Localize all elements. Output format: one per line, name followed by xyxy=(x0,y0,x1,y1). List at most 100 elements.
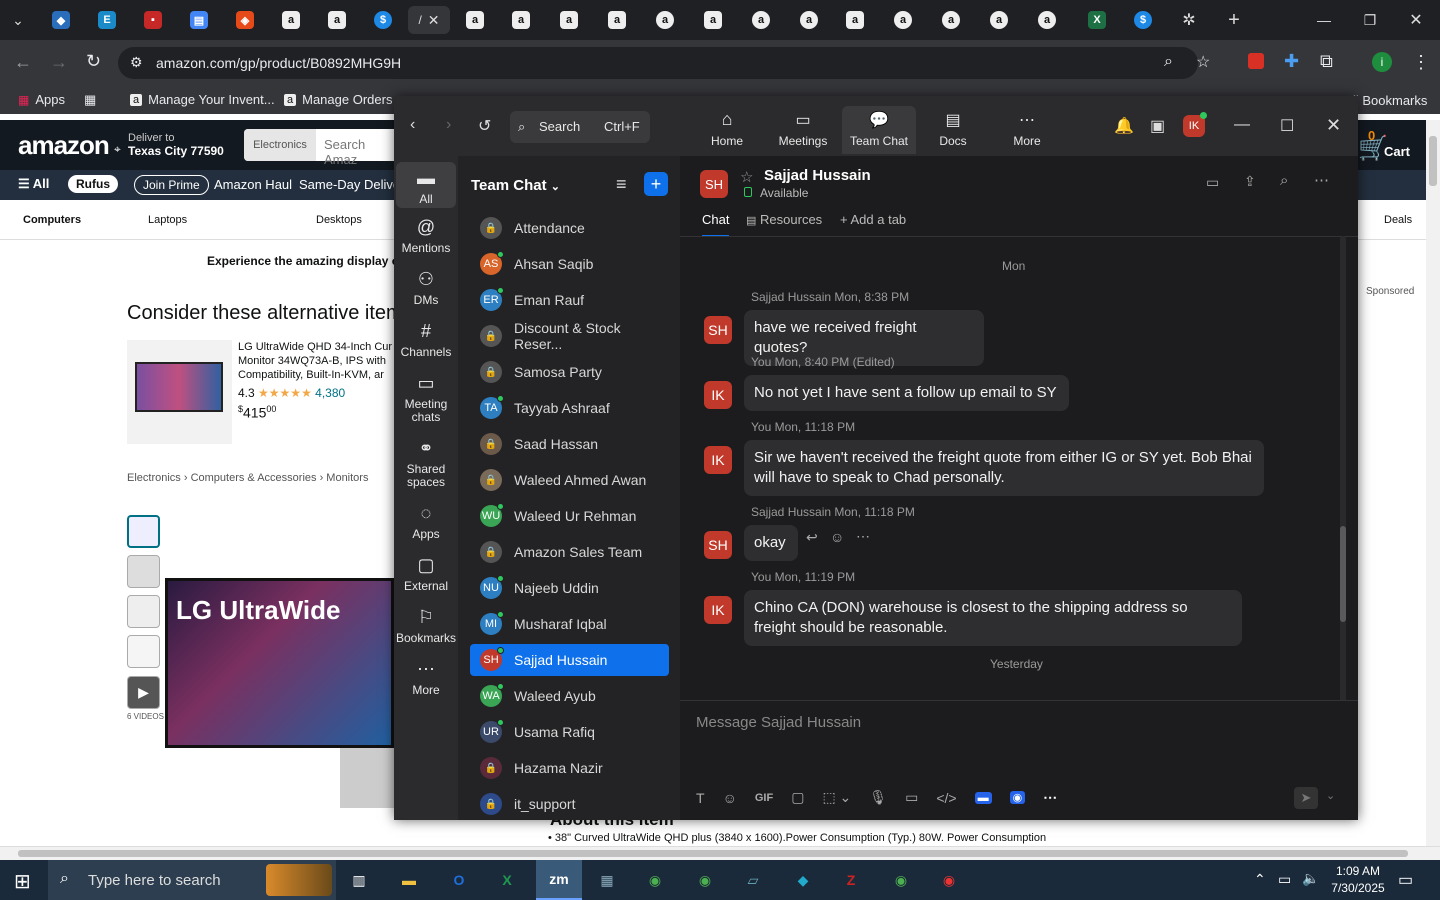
browser-tab[interactable]: a xyxy=(594,6,640,34)
contact-list-item[interactable]: 🔒 Saad Hassan xyxy=(470,428,669,460)
alternative-product-image[interactable] xyxy=(127,340,232,444)
contact-list-item[interactable]: TA Tayyab Ashraaf xyxy=(470,392,669,424)
subnav-desktops[interactable]: Desktops xyxy=(316,214,362,226)
chevron-down-icon[interactable]: ⌄ xyxy=(1326,789,1335,802)
forward-arrow-icon[interactable]: → xyxy=(50,52,68,73)
message-bubble[interactable]: Sir we haven't received the freight quot… xyxy=(744,440,1264,496)
clock-date[interactable]: 7/30/2025 xyxy=(1326,881,1390,895)
search-category-dropdown[interactable]: Electronics xyxy=(244,129,316,161)
promo-banner[interactable]: Experience the amazing display of L xyxy=(207,254,414,268)
zoom-app-icon[interactable]: zm xyxy=(536,860,582,900)
gallery-thumbnail[interactable] xyxy=(127,595,160,628)
chat-tab-resources[interactable]: ▤ Resources xyxy=(746,212,822,227)
subnav-computers[interactable]: Computers xyxy=(23,214,81,226)
windows-start-icon[interactable]: ⊞ xyxy=(14,869,31,894)
contact-list-item[interactable]: 🔒 Hazama Nazir xyxy=(470,752,669,784)
chrome-icon[interactable]: ◉ xyxy=(638,866,672,894)
subnav-laptops[interactable]: Laptops xyxy=(148,214,187,226)
bookmark-star-icon[interactable]: ☆ xyxy=(1196,52,1210,72)
rail-apps[interactable]: ◌ Apps xyxy=(396,504,456,541)
outlook-icon[interactable]: O xyxy=(442,866,476,894)
video-message-icon[interactable]: ▭ xyxy=(905,789,918,806)
join-prime-button[interactable]: Join Prime xyxy=(134,175,209,195)
video-thumbnail[interactable]: ▶ xyxy=(127,676,160,709)
browser-tab[interactable]: a xyxy=(690,6,736,34)
browser-tab[interactable]: a xyxy=(928,6,974,34)
site-info-icon[interactable]: ⚙ xyxy=(130,54,143,71)
chrome-icon[interactable]: ◉ xyxy=(932,866,966,894)
tab-more[interactable]: ⋯ More xyxy=(990,106,1064,154)
rufus-button[interactable]: Rufus xyxy=(68,175,118,193)
contact-list-item[interactable]: WU Waleed Ur Rehman xyxy=(470,500,669,532)
chrome-icon[interactable]: ◉ xyxy=(884,866,918,894)
new-tab-button[interactable]: + xyxy=(1212,6,1256,34)
contact-list-item[interactable]: WA Waleed Ayub xyxy=(470,680,669,712)
browser-tab[interactable]: $ xyxy=(360,6,406,34)
contact-list-item[interactable]: NU Najeeb Uddin xyxy=(470,572,669,604)
scrollbar-thumb[interactable] xyxy=(18,850,1408,857)
all-menu[interactable]: ☰ All xyxy=(18,176,49,192)
browser-tab[interactable]: a xyxy=(268,6,314,34)
browser-tab[interactable]: E xyxy=(84,6,130,34)
browser-tab[interactable]: a xyxy=(786,6,832,34)
browser-tab[interactable]: a xyxy=(452,6,498,34)
gif-icon[interactable]: GIF xyxy=(755,792,773,804)
zoom-magnifier-icon[interactable]: ⌕ xyxy=(1164,53,1173,71)
minimize-button[interactable]: — xyxy=(1302,6,1346,34)
rail-all[interactable]: ▬ All xyxy=(396,162,456,208)
contact-list-item[interactable]: 🔒 Samosa Party xyxy=(470,356,669,388)
message-avatar[interactable]: SH xyxy=(704,316,732,344)
file-explorer-icon[interactable]: ▬ xyxy=(392,866,426,894)
maximize-icon[interactable]: ☐ xyxy=(1280,116,1294,136)
chat-tab-add[interactable]: + Add a tab xyxy=(840,212,906,227)
browser-tab[interactable]: X xyxy=(1074,6,1120,34)
address-bar[interactable]: ⚙ amazon.com/gp/product/B0892MHG9H ⌕ ☆ xyxy=(118,47,1210,79)
forward-arrow-icon[interactable]: › xyxy=(446,116,451,134)
rail-channels[interactable]: # Channels xyxy=(396,322,456,359)
filezilla-icon[interactable]: Z xyxy=(834,866,868,894)
browser-tab[interactable]: ▪ xyxy=(130,6,176,34)
browser-tab[interactable]: a xyxy=(880,6,926,34)
chat-header-name[interactable]: Sajjad Hussain xyxy=(764,167,871,184)
share-screen-icon[interactable]: ⇪ xyxy=(1244,173,1256,190)
browser-tab[interactable]: a xyxy=(738,6,784,34)
gallery-thumbnail[interactable] xyxy=(127,635,160,668)
contact-list-item[interactable]: 🔒 Discount & Stock Reser... xyxy=(470,320,669,352)
bookmark-apps[interactable]: ▦ Apps xyxy=(18,92,65,107)
rail-shared-spaces[interactable]: ⚭ Shared spaces xyxy=(396,439,456,489)
minimize-icon[interactable]: — xyxy=(1234,116,1250,134)
rail-dms[interactable]: ⚇ DMs xyxy=(396,270,456,307)
tab-meetings[interactable]: ▭ Meetings xyxy=(766,106,840,154)
history-icon[interactable]: ↺ xyxy=(478,116,491,136)
contact-list-item[interactable]: 🔒 Amazon Sales Team xyxy=(470,536,669,568)
contact-list-item[interactable]: 🔒 Waleed Ahmed Awan xyxy=(470,464,669,496)
message-avatar[interactable]: IK xyxy=(704,381,732,409)
volume-icon[interactable]: 🔈 xyxy=(1302,870,1319,887)
scrollbar-thumb[interactable] xyxy=(1429,136,1437,186)
contact-list-item[interactable]: AS Ahsan Saqib xyxy=(470,248,669,280)
extension-icon[interactable] xyxy=(1248,53,1264,69)
zoom-search-box[interactable]: ⌕ Search Ctrl+F xyxy=(510,111,650,143)
gallery-thumbnail[interactable] xyxy=(127,515,160,548)
send-button[interactable]: ➤ xyxy=(1294,787,1318,809)
rail-bookmarks[interactable]: ⚐ Bookmarks xyxy=(396,608,456,645)
tab-search-button[interactable]: ⌄ xyxy=(0,6,36,34)
amazon-logo[interactable]: amazon xyxy=(18,130,110,161)
calendar-icon[interactable]: ▣ xyxy=(1150,116,1165,136)
browser-tab[interactable]: a xyxy=(976,6,1022,34)
amazon-breadcrumb[interactable]: Electronics › Computers & Accessories › … xyxy=(127,472,368,484)
alternative-product-title[interactable]: LG UltraWide QHD 34-Inch Cur Monitor 34W… xyxy=(238,340,394,382)
subnav-deals[interactable]: Deals xyxy=(1384,214,1412,226)
reload-icon[interactable]: ↻ xyxy=(86,51,101,72)
message-bubble[interactable]: okay xyxy=(744,525,798,561)
back-arrow-icon[interactable]: ← xyxy=(14,52,32,73)
bell-icon[interactable]: 🔔 xyxy=(1114,116,1134,136)
more-dots-icon[interactable]: ⋯ xyxy=(1314,171,1329,189)
emoji-reaction-icon[interactable]: ☺ xyxy=(830,529,844,545)
horizontal-scrollbar[interactable] xyxy=(0,846,1440,860)
contact-list-item[interactable]: 🔒 Attendance xyxy=(470,212,669,244)
video-camera-icon[interactable]: ▭ xyxy=(1206,174,1219,191)
cart-label[interactable]: Cart xyxy=(1384,144,1410,159)
browser-tab[interactable]: ✲ xyxy=(1166,6,1212,34)
browser-tab-active[interactable]: / ✕ xyxy=(408,6,450,34)
